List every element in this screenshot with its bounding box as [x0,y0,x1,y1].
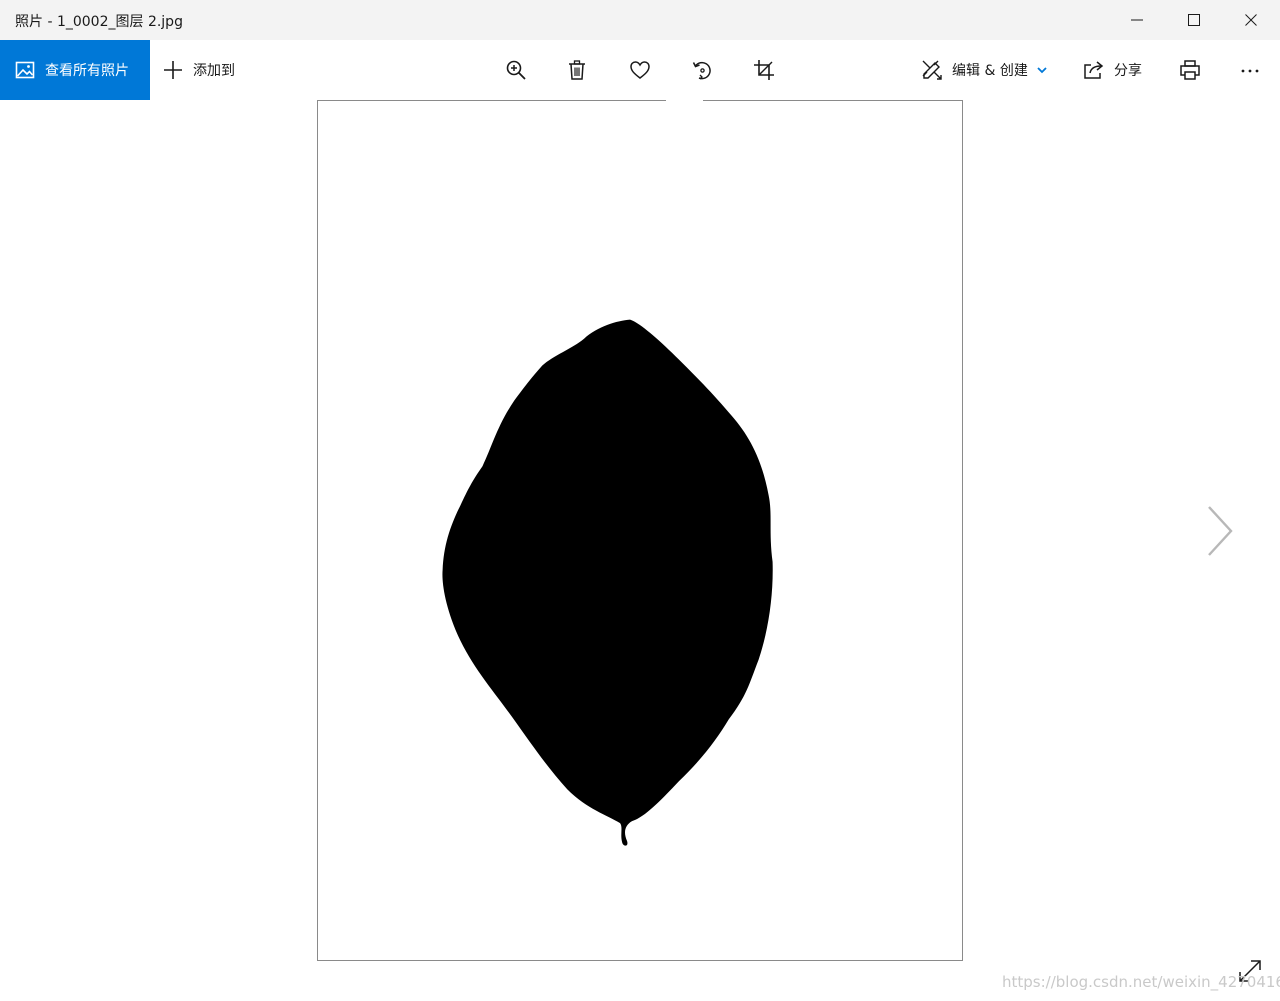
rotate-icon [692,61,711,80]
crop-icon [754,60,774,80]
edit-create-icon [920,58,944,82]
leaf-silhouette [442,319,773,846]
photo-canvas[interactable] [317,100,963,961]
trash-icon [569,60,585,80]
rotate-button[interactable] [684,52,720,88]
photo-notch [666,95,703,105]
chevron-down-icon [1036,64,1048,76]
favorite-button[interactable] [622,52,658,88]
print-icon [1180,60,1200,80]
edit-create-button[interactable]: 编辑 & 创建 [920,40,1048,100]
heart-icon [630,61,650,79]
view-all-photos-label: 查看所有照片 [45,63,129,79]
title-bar: 照片 - 1_0002_图层 2.jpg [0,0,1280,40]
print-button[interactable] [1172,52,1208,88]
view-all-photos-button[interactable]: 查看所有照片 [0,40,150,100]
add-to-button[interactable]: 添加到 [162,40,235,100]
edit-create-label: 编辑 & 创建 [952,63,1028,79]
maximize-icon [1187,14,1200,26]
zoom-button[interactable] [498,52,534,88]
picture-icon [15,60,35,80]
more-button[interactable] [1232,52,1268,88]
plus-icon [162,59,184,81]
watermark-text: https://blog.csdn.net/weixin_42704161 [1002,973,1280,991]
minimize-icon [1130,19,1143,21]
close-button[interactable] [1222,0,1279,40]
chevron-right-icon [1208,506,1233,556]
add-to-label: 添加到 [193,63,235,79]
share-button[interactable]: 分享 [1082,40,1142,100]
zoom-in-icon [506,60,526,80]
next-photo-button[interactable] [1200,503,1240,559]
close-icon [1244,14,1257,26]
maximize-button[interactable] [1165,0,1222,40]
crop-button[interactable] [746,52,782,88]
share-icon [1082,58,1106,82]
more-icon [1241,69,1259,73]
delete-button[interactable] [559,52,595,88]
window-title: 照片 - 1_0002_图层 2.jpg [15,14,183,30]
share-label: 分享 [1114,63,1142,79]
minimize-button[interactable] [1108,0,1165,40]
leaf-image [442,319,773,846]
toolbar: 查看所有照片 添加到 编辑 & 创建 分享 [0,40,1280,100]
